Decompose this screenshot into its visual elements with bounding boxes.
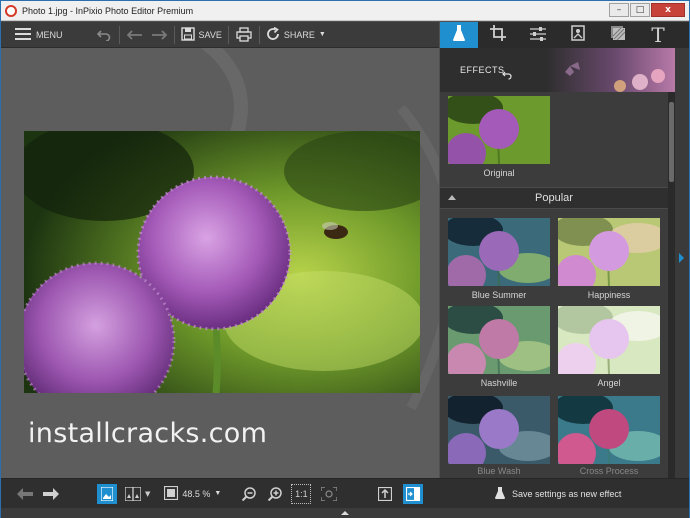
actual-size-button[interactable]: 1:1 [291, 483, 312, 504]
original-thumbnail[interactable] [448, 96, 550, 164]
single-view-icon[interactable] [97, 483, 117, 504]
zoom-frame-icon [164, 485, 179, 502]
effect-label: Blue Wash [477, 466, 521, 476]
hamburger-icon [15, 27, 31, 42]
main-photo[interactable] [24, 131, 420, 393]
effect-preview-happiness [558, 218, 660, 286]
effect-thumbnail[interactable] [448, 218, 550, 286]
chevron-down-icon: ▼ [318, 31, 326, 38]
panel-tabs: T [440, 22, 689, 48]
effects-panel: EFFECTS Original Popular Blue Summer Hap… [440, 48, 675, 478]
toolbar-divider [118, 25, 120, 44]
section-title: Popular [535, 192, 573, 204]
share-icon [266, 26, 280, 43]
effect-thumbnail[interactable] [558, 218, 660, 286]
watermark-text: installcracks.com [28, 418, 268, 449]
effect-thumbnail[interactable] [448, 306, 550, 374]
redo-icon[interactable] [150, 26, 168, 44]
allium-flower-photo [24, 131, 420, 393]
expand-arrow-icon[interactable] [679, 253, 684, 263]
zoom-control[interactable]: 48.5 % ▼ [164, 485, 221, 502]
chevron-down-icon[interactable]: ▼ [214, 490, 221, 497]
effects-scrollbar[interactable] [668, 92, 675, 478]
toolbar-divider [258, 25, 260, 44]
title-bar: Photo 1.jpg - InPixio Photo Editor Premi… [1, 1, 689, 21]
expand-up-icon[interactable] [341, 511, 349, 515]
save-settings-button[interactable]: Save settings as new effect [494, 486, 621, 502]
panel-collapse-strip[interactable] [675, 48, 689, 478]
print-icon[interactable] [235, 26, 253, 44]
effects-header: EFFECTS [440, 48, 675, 92]
export-icon[interactable] [375, 484, 395, 504]
save-label: SAVE [198, 29, 222, 40]
effect-preview-nashville [448, 306, 550, 374]
toggle-panel-icon[interactable] [403, 483, 424, 504]
sliders-icon [530, 26, 546, 45]
original-label: Original [483, 168, 515, 178]
text-icon: T [651, 23, 665, 47]
effect-thumbnail[interactable] [558, 396, 660, 464]
minimize-button[interactable]: – [609, 3, 629, 17]
effect-label: Blue Summer [471, 290, 527, 300]
effect-preview-angel [558, 306, 660, 374]
zoom-in-icon[interactable] [265, 484, 285, 504]
tab-effects[interactable] [440, 22, 478, 48]
zoom-value[interactable]: 48.5 % [182, 489, 210, 499]
tab-adjustments[interactable] [518, 22, 558, 48]
effect-preview-blue-summer [448, 218, 550, 286]
status-bar [1, 508, 689, 518]
bottom-toolbar: ▼ 48.5 % ▼ 1:1 Save settings as new effe… [1, 478, 689, 508]
effect-preview-original [448, 96, 550, 164]
floppy-icon [180, 26, 195, 43]
effect-label: Cross Process [579, 466, 639, 476]
texture-icon [610, 25, 626, 45]
reset-effects-icon[interactable] [502, 65, 512, 84]
effect-preview-cross-process [558, 396, 660, 464]
effect-preview-blue-wash [448, 396, 550, 464]
compare-view-icon[interactable] [123, 484, 143, 504]
undo-icon[interactable] [126, 26, 144, 44]
close-button[interactable]: x [651, 3, 685, 17]
window-controls: – □ x [609, 3, 685, 17]
photo-canvas[interactable]: installcracks.com [1, 48, 439, 478]
save-button[interactable]: SAVE [180, 22, 222, 48]
main-toolbar: MENU SAVE SHARE ▼ [1, 22, 439, 48]
effect-label: Angel [597, 378, 621, 388]
zoom-out-icon[interactable] [239, 484, 259, 504]
effects-label: EFFECTS [460, 65, 505, 75]
maximize-button[interactable]: □ [630, 3, 650, 17]
menu-label: MENU [36, 29, 63, 40]
popular-section-header[interactable]: Popular [440, 187, 668, 209]
save-settings-label: Save settings as new effect [512, 489, 622, 499]
app-window: Photo 1.jpg - InPixio Photo Editor Premi… [0, 0, 690, 518]
app-logo-icon [5, 4, 17, 17]
crop-icon [490, 25, 506, 45]
tab-textures[interactable] [598, 22, 638, 48]
effect-thumbnail[interactable] [448, 396, 550, 464]
effect-label: Happiness [587, 290, 631, 300]
tab-text[interactable]: T [638, 22, 678, 48]
flask-icon [494, 486, 506, 502]
previous-photo-icon[interactable] [15, 484, 35, 504]
toolbar-divider [227, 25, 229, 44]
effect-thumbnail[interactable] [558, 306, 660, 374]
window-title: Photo 1.jpg - InPixio Photo Editor Premi… [22, 5, 194, 16]
menu-button[interactable]: MENU [15, 22, 63, 48]
next-photo-icon[interactable] [41, 484, 61, 504]
reset-icon[interactable] [95, 26, 113, 44]
tab-overlays[interactable] [558, 22, 598, 48]
scrollbar-thumb[interactable] [669, 102, 674, 182]
actual-size-label: 1:1 [295, 488, 308, 499]
share-label: SHARE [283, 29, 315, 40]
flask-icon [452, 24, 466, 46]
effect-label: Nashville [480, 378, 518, 388]
share-button[interactable]: SHARE ▼ [266, 22, 326, 48]
chevron-down-icon[interactable]: ▼ [145, 490, 150, 498]
fit-screen-icon[interactable] [319, 484, 339, 504]
frame-icon [571, 25, 585, 45]
tab-crop[interactable] [478, 22, 518, 48]
toolbar-divider [173, 25, 175, 44]
